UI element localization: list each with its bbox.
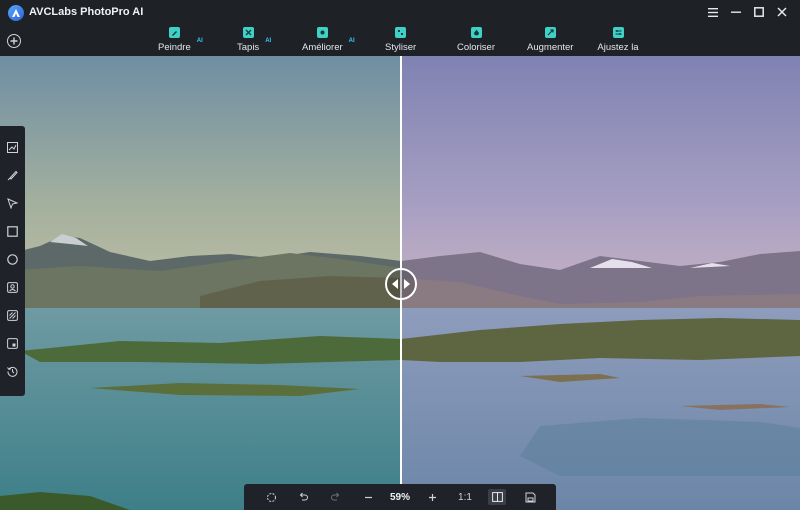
layers-icon[interactable] xyxy=(6,337,19,350)
tool-label: Styliser xyxy=(385,42,417,53)
ratio-label: 1:1 xyxy=(458,491,472,503)
tool-styliser[interactable]: Styliser xyxy=(385,26,416,56)
tool-tapis[interactable]: Tapis AI xyxy=(237,26,271,56)
colorize-icon xyxy=(470,27,482,38)
maximize-icon[interactable] xyxy=(752,4,765,20)
plus-circle-icon[interactable] xyxy=(7,34,21,48)
chart-icon[interactable] xyxy=(6,141,19,154)
app-logo-icon xyxy=(8,5,24,21)
actual-size-button[interactable]: 1:1 xyxy=(454,484,476,510)
pointer-icon[interactable] xyxy=(6,197,19,210)
tool-label: Peindre xyxy=(158,42,191,53)
undo-icon[interactable] xyxy=(296,484,310,510)
tool-coloriser[interactable]: Coloriser xyxy=(457,26,495,56)
compare-icon[interactable] xyxy=(488,489,506,505)
main-toolbar: Peindre AI Tapis AI Améliorer AI Styliser C… xyxy=(0,26,800,56)
upscale-icon xyxy=(544,27,556,38)
enhance-icon xyxy=(316,27,328,38)
tool-label: Augmenter xyxy=(527,42,574,53)
tool-label: Ajustez la couleur xyxy=(597,42,639,54)
stylize-icon xyxy=(395,27,407,38)
eraser-icon xyxy=(242,27,254,38)
save-icon[interactable] xyxy=(523,484,537,510)
zoom-out-icon[interactable] xyxy=(361,484,375,510)
tool-label: Améliorer xyxy=(302,42,343,53)
zoom-value: 59% xyxy=(389,491,410,503)
zoom-in-icon[interactable] xyxy=(425,484,439,510)
bottom-bar: 59% 1:1 xyxy=(244,484,556,510)
ellipse-select-icon[interactable] xyxy=(6,253,19,266)
original-image xyxy=(0,56,401,510)
tool-ajustez-couleur[interactable]: Ajustez la couleur xyxy=(593,26,643,56)
title-bar: AVCLabs PhotoPro AI xyxy=(0,0,800,26)
redo-icon[interactable] xyxy=(328,484,342,510)
brush-icon[interactable] xyxy=(6,169,19,182)
minimize-icon[interactable] xyxy=(729,4,742,20)
tool-augmenter[interactable]: Augmenter xyxy=(527,26,573,56)
compare-slider-handle[interactable] xyxy=(385,268,417,300)
zoom-level: 59% xyxy=(384,484,416,510)
ai-badge: AI xyxy=(196,38,203,44)
paint-icon xyxy=(168,27,180,38)
rect-select-icon[interactable] xyxy=(6,225,19,238)
reset-icon[interactable] xyxy=(264,484,278,510)
adjust-icon xyxy=(612,27,624,38)
ai-badge: AI xyxy=(348,38,355,44)
portrait-icon[interactable] xyxy=(6,281,19,294)
pattern-icon[interactable] xyxy=(6,309,19,322)
processed-image xyxy=(401,56,800,510)
tool-label: Coloriser xyxy=(457,42,496,53)
menu-icon[interactable] xyxy=(706,4,719,20)
app-title: AVCLabs PhotoPro AI xyxy=(29,6,144,18)
ai-badge: AI xyxy=(265,38,272,44)
tool-label: Tapis xyxy=(237,42,260,53)
image-canvas[interactable] xyxy=(0,56,800,510)
tool-peindre[interactable]: Peindre AI xyxy=(158,26,203,56)
tool-ameliorer[interactable]: Améliorer AI xyxy=(302,26,355,56)
history-icon[interactable] xyxy=(6,365,19,378)
side-tool-panel xyxy=(0,126,25,396)
close-icon[interactable] xyxy=(775,4,788,20)
